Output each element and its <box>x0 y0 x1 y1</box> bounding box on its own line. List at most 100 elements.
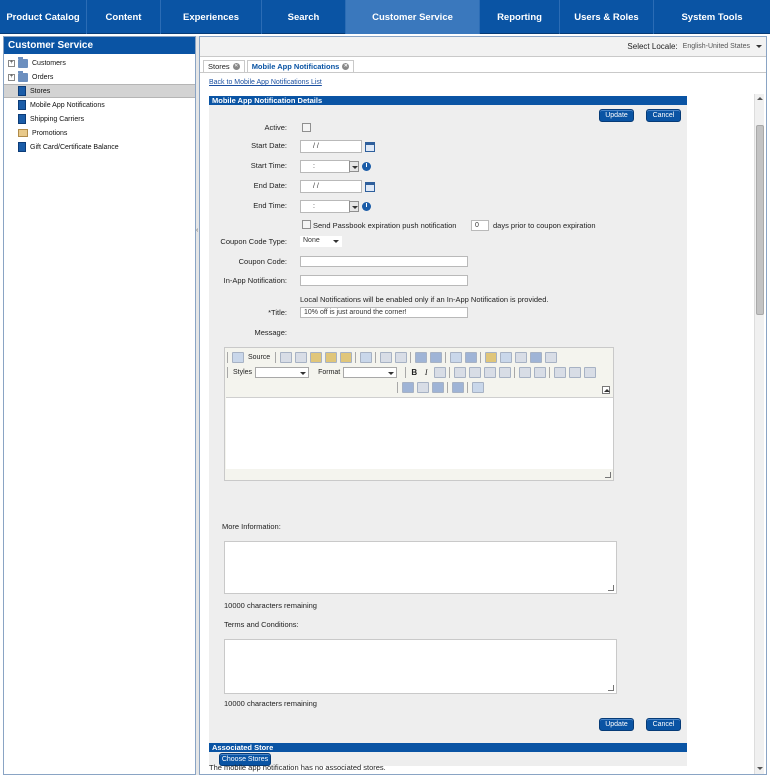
end-time-input[interactable]: : <box>300 200 350 213</box>
cut-icon[interactable] <box>279 351 292 363</box>
align-left-icon[interactable] <box>453 366 466 378</box>
image-icon[interactable] <box>484 351 497 363</box>
resize-handle-icon[interactable] <box>608 685 614 691</box>
styles-label: Styles <box>233 368 253 376</box>
close-icon[interactable]: ✕ <box>232 63 240 70</box>
nav-product-catalog[interactable]: Product Catalog <box>0 0 87 34</box>
sidebar-item-stores[interactable]: Stores <box>4 84 195 98</box>
select-all-icon[interactable] <box>449 351 462 363</box>
scroll-down-icon[interactable] <box>756 765 764 773</box>
help-icon[interactable] <box>471 381 484 393</box>
locale-select[interactable]: English-United States <box>683 43 762 50</box>
sidebar-item-shipping-carriers[interactable]: Shipping Carriers <box>4 112 195 126</box>
clock-icon[interactable] <box>362 202 371 211</box>
message-editor: Source Styles Format B I <box>224 347 614 481</box>
back-link[interactable]: Back to Mobile App Notifications List <box>209 79 322 86</box>
end-time-dropdown[interactable] <box>349 201 359 212</box>
unlink-icon[interactable] <box>416 381 429 393</box>
numbered-list-icon[interactable] <box>518 366 531 378</box>
promotion-icon <box>18 129 28 137</box>
start-time-input[interactable]: : <box>300 160 350 173</box>
sidebar-title: Customer Service <box>4 37 195 54</box>
coupon-type-select[interactable]: None <box>300 236 342 247</box>
nav-system-tools[interactable]: System Tools <box>654 0 770 34</box>
source-icon[interactable] <box>231 351 244 363</box>
scroll-up-icon[interactable] <box>756 95 764 103</box>
flash-icon[interactable] <box>451 381 464 393</box>
sidebar-item-promotions[interactable]: Promotions <box>4 126 195 140</box>
start-time-dropdown[interactable] <box>349 161 359 172</box>
calendar-icon[interactable] <box>365 182 375 192</box>
nav-experiences[interactable]: Experiences <box>161 0 262 34</box>
more-info-textarea[interactable] <box>224 541 617 594</box>
page-break-icon[interactable] <box>544 351 557 363</box>
nav-search[interactable]: Search <box>262 0 346 34</box>
tab-mobile-app-notifications[interactable]: Mobile App Notifications ✕ <box>246 60 355 72</box>
nav-content[interactable]: Content <box>87 0 161 34</box>
source-button[interactable]: Source <box>248 354 270 361</box>
remove-format-icon[interactable] <box>464 351 477 363</box>
update-button-bottom[interactable]: Update <box>599 718 634 731</box>
sidebar-item-gift-card-balance[interactable]: Gift Card/Certificate Balance <box>4 140 195 154</box>
cancel-button-bottom[interactable]: Cancel <box>646 718 681 731</box>
styles-select[interactable] <box>255 366 310 378</box>
in-app-notification-input[interactable] <box>300 275 468 286</box>
align-right-icon[interactable] <box>483 366 496 378</box>
scrollbar-thumb[interactable] <box>756 125 764 315</box>
undo-icon[interactable] <box>379 351 392 363</box>
paste-icon[interactable] <box>309 351 322 363</box>
end-date-input[interactable]: / / <box>300 180 362 193</box>
title-input[interactable]: 10% off is just around the corner! <box>300 307 468 318</box>
sidebar-item-orders[interactable]: + Orders <box>4 70 195 84</box>
more-info-label: More Information: <box>222 522 281 531</box>
active-checkbox[interactable] <box>302 123 311 132</box>
start-date-input[interactable]: / / <box>300 140 362 153</box>
sidebar-item-mobile-app-notifications[interactable]: Mobile App Notifications <box>4 98 195 112</box>
find-icon[interactable] <box>414 351 427 363</box>
resize-handle-icon[interactable] <box>608 585 614 591</box>
sidebar-item-customers[interactable]: + Customers <box>4 56 195 70</box>
nav-users-roles[interactable]: Users & Roles <box>560 0 654 34</box>
link-icon[interactable] <box>401 381 414 393</box>
tab-stores[interactable]: Stores ✕ <box>203 60 245 72</box>
bold-icon[interactable]: B <box>408 368 420 377</box>
bulleted-list-icon[interactable] <box>533 366 546 378</box>
align-center-icon[interactable] <box>468 366 481 378</box>
spellcheck-icon[interactable] <box>359 351 372 363</box>
nav-reporting[interactable]: Reporting <box>480 0 560 34</box>
calendar-icon[interactable] <box>365 142 375 152</box>
passbook-days-input[interactable]: 0 <box>471 220 489 231</box>
italic-icon[interactable]: I <box>420 368 432 377</box>
expand-icon[interactable]: + <box>8 59 15 67</box>
horizontal-rule-icon[interactable] <box>514 351 527 363</box>
table-icon[interactable] <box>499 351 512 363</box>
locale-label: Select Locale: <box>627 42 678 51</box>
expand-icon[interactable]: + <box>8 73 15 81</box>
paste-text-icon[interactable] <box>324 351 337 363</box>
paste-word-icon[interactable] <box>339 351 352 363</box>
update-button-top[interactable]: Update <box>599 109 634 122</box>
format-select[interactable] <box>343 366 398 378</box>
vertical-scrollbar[interactable] <box>754 94 764 774</box>
replace-icon[interactable] <box>429 351 442 363</box>
special-char-icon[interactable] <box>529 351 542 363</box>
passbook-checkbox[interactable] <box>302 220 311 229</box>
redo-icon[interactable] <box>394 351 407 363</box>
copy-icon[interactable] <box>294 351 307 363</box>
blockquote-icon[interactable] <box>583 366 596 378</box>
cancel-button-top[interactable]: Cancel <box>646 109 681 122</box>
terms-textarea[interactable] <box>224 639 617 694</box>
anchor-icon[interactable] <box>431 381 444 393</box>
coupon-code-input[interactable] <box>300 256 468 267</box>
outdent-icon[interactable] <box>553 366 566 378</box>
strikethrough-icon[interactable] <box>433 366 446 378</box>
resize-handle-icon[interactable] <box>605 472 611 478</box>
close-icon[interactable]: ✕ <box>342 63 350 70</box>
collapse-toolbar-icon[interactable] <box>602 386 610 394</box>
message-editor-body[interactable] <box>226 397 613 469</box>
justify-icon[interactable] <box>498 366 511 378</box>
nav-customer-service[interactable]: Customer Service <box>346 0 480 34</box>
clock-icon[interactable] <box>362 162 371 171</box>
active-label: Active: <box>264 123 287 132</box>
indent-icon[interactable] <box>568 366 581 378</box>
